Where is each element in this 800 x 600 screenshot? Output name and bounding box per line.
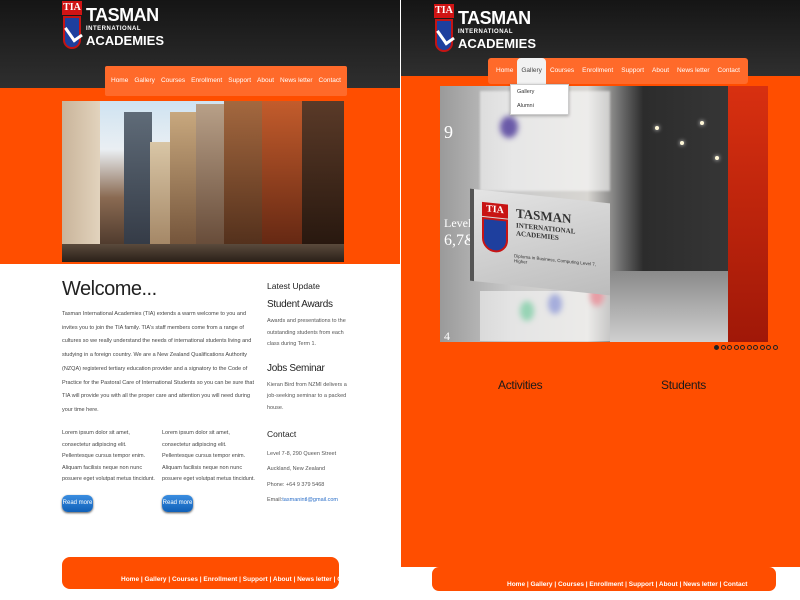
nav-courses[interactable]: Courses	[158, 66, 188, 96]
gallery-page: TIA TASMAN INTERNATIONAL ACADEMIES Home …	[401, 0, 800, 600]
level-label: Level	[444, 216, 472, 230]
contact-heading: Contact	[267, 428, 297, 439]
footer-bar: Home | Gallery | Courses | Enrollment | …	[432, 567, 776, 591]
contact-address-1: Level 7-8, 290 Queen Street	[267, 450, 337, 457]
red-wall	[728, 86, 768, 342]
footer-links[interactable]: Home | Gallery | Courses | Enrollment | …	[507, 581, 747, 588]
screenshot-composite: TIA TASMAN INTERNATIONAL ACADEMIES Home …	[0, 0, 800, 600]
activities-caption[interactable]: Activities	[498, 378, 543, 392]
slider-dot[interactable]	[753, 345, 758, 350]
logo-text: TASMAN INTERNATIONAL ACADEMIES	[458, 9, 536, 50]
nav-newsletter[interactable]: News letter	[673, 58, 714, 84]
home-page: TIA TASMAN INTERNATIONAL ACADEMIES Home …	[0, 0, 400, 600]
slider-pagination	[714, 345, 778, 350]
main-nav: Home Gallery Courses Enrollment Support …	[488, 58, 748, 84]
slider-dot[interactable]	[740, 345, 745, 350]
column-2-text: Lorem ipsum dolor sit amet, consectetur …	[162, 430, 255, 482]
sign-caption: Diploma in Business, Computing Level 7, …	[514, 253, 597, 267]
slider-dot[interactable]	[766, 345, 771, 350]
contact-email-label: Email:	[267, 497, 283, 504]
welcome-body: Tasman International Academies (TIA) ext…	[62, 311, 254, 413]
slider-dot[interactable]	[714, 345, 719, 350]
jobs-seminar-text: Kieran Bird from NZMI delivers a job-see…	[267, 381, 347, 411]
logo-badge: TIA	[434, 4, 454, 18]
slider-dot[interactable]	[733, 345, 739, 350]
jobs-seminar-heading[interactable]: Jobs Seminar	[267, 363, 347, 374]
students-caption[interactable]: Students	[661, 378, 706, 392]
tia-shield-icon: TIA	[434, 4, 454, 54]
read-more-button-1[interactable]: Read more	[62, 495, 93, 512]
logo-line-2: INTERNATIONAL	[86, 25, 142, 32]
nav-support[interactable]: Support	[225, 66, 254, 96]
logo[interactable]: TIA TASMAN INTERNATIONAL ACADEMIES	[434, 4, 536, 54]
nav-courses[interactable]: Courses	[546, 58, 578, 84]
level-number-9: 9	[444, 122, 453, 142]
logo-text: TASMAN INTERNATIONAL ACADEMIES	[86, 6, 164, 47]
read-more-button-2[interactable]: Read more	[162, 495, 193, 512]
slider-dot[interactable]	[759, 345, 765, 350]
slider-dot[interactable]	[727, 345, 732, 350]
logo-badge: TIA	[62, 1, 82, 15]
sign-shield-icon: TIA	[482, 201, 508, 255]
slider-dot[interactable]	[772, 345, 778, 350]
footer-links[interactable]: Home | Gallery | Courses | Enrollment | …	[121, 576, 361, 583]
dropdown-item-gallery[interactable]: Gallery	[511, 85, 568, 99]
nav-gallery[interactable]: Gallery	[517, 58, 546, 84]
nav-enrollment[interactable]: Enrollment	[578, 58, 617, 84]
nav-about[interactable]: About	[254, 66, 277, 96]
student-awards-text: Awards and presentations to the outstand…	[267, 318, 346, 348]
footer-bar: Home | Gallery | Courses | Enrollment | …	[62, 557, 361, 589]
contact-address-2: Auckland, New Zealand	[267, 466, 326, 473]
logo-line-2: INTERNATIONAL	[458, 28, 514, 35]
slider-dot[interactable]	[720, 345, 726, 350]
dropdown-item-alumni[interactable]: Alumni	[511, 99, 568, 113]
crest-icon	[63, 16, 81, 49]
hero-city-image	[62, 101, 344, 262]
nav-home[interactable]: Home	[108, 66, 131, 96]
crest-icon	[435, 19, 453, 52]
nav-about[interactable]: About	[648, 58, 673, 84]
gallery-slider[interactable]: 9 Level 6,7&8 4 TIA TASMAN INTERNATIONAL…	[440, 86, 768, 342]
student-awards-heading[interactable]: Student Awards	[267, 299, 347, 310]
logo-line-1: TASMAN	[458, 7, 531, 28]
tia-wall-sign: TIA TASMAN INTERNATIONAL ACADEMIES Diplo…	[470, 188, 610, 296]
nav-support[interactable]: Support	[617, 58, 648, 84]
sidebar: Latest Update Student Awards Awards and …	[267, 281, 347, 507]
logo-line-3: ACADEMIES	[86, 32, 165, 48]
nav-gallery[interactable]: Gallery	[131, 66, 158, 96]
nav-contact[interactable]: Contact	[714, 58, 744, 84]
nav-newsletter[interactable]: News letter	[277, 66, 316, 96]
logo-line-1: TASMAN	[86, 4, 159, 25]
column-1-text: Lorem ipsum dolor sit amet, consectetur …	[62, 430, 155, 482]
contact-email-link[interactable]: tasmanintl@gmail.com	[282, 497, 338, 503]
gallery-dropdown-menu: Gallery Alumni	[510, 84, 569, 115]
tia-shield-icon: TIA	[62, 1, 82, 51]
nav-home[interactable]: Home	[492, 58, 517, 84]
slider-dot[interactable]	[746, 345, 752, 350]
logo[interactable]: TIA TASMAN INTERNATIONAL ACADEMIES	[62, 1, 164, 51]
contact-phone: Phone: +64 9 379 5468	[267, 481, 325, 488]
nav-contact[interactable]: Contact	[316, 66, 344, 96]
main-nav: Home Gallery Courses Enrollment Support …	[105, 66, 347, 96]
welcome-title: Welcome...	[62, 278, 157, 300]
logo-line-3: ACADEMIES	[458, 35, 537, 51]
latest-update-heading: Latest Update	[267, 281, 320, 291]
nav-enrollment[interactable]: Enrollment	[188, 66, 225, 96]
contact-email-row: Email:tasmanintl@gmail.com	[267, 495, 347, 507]
level-number-4: 4	[444, 329, 450, 342]
